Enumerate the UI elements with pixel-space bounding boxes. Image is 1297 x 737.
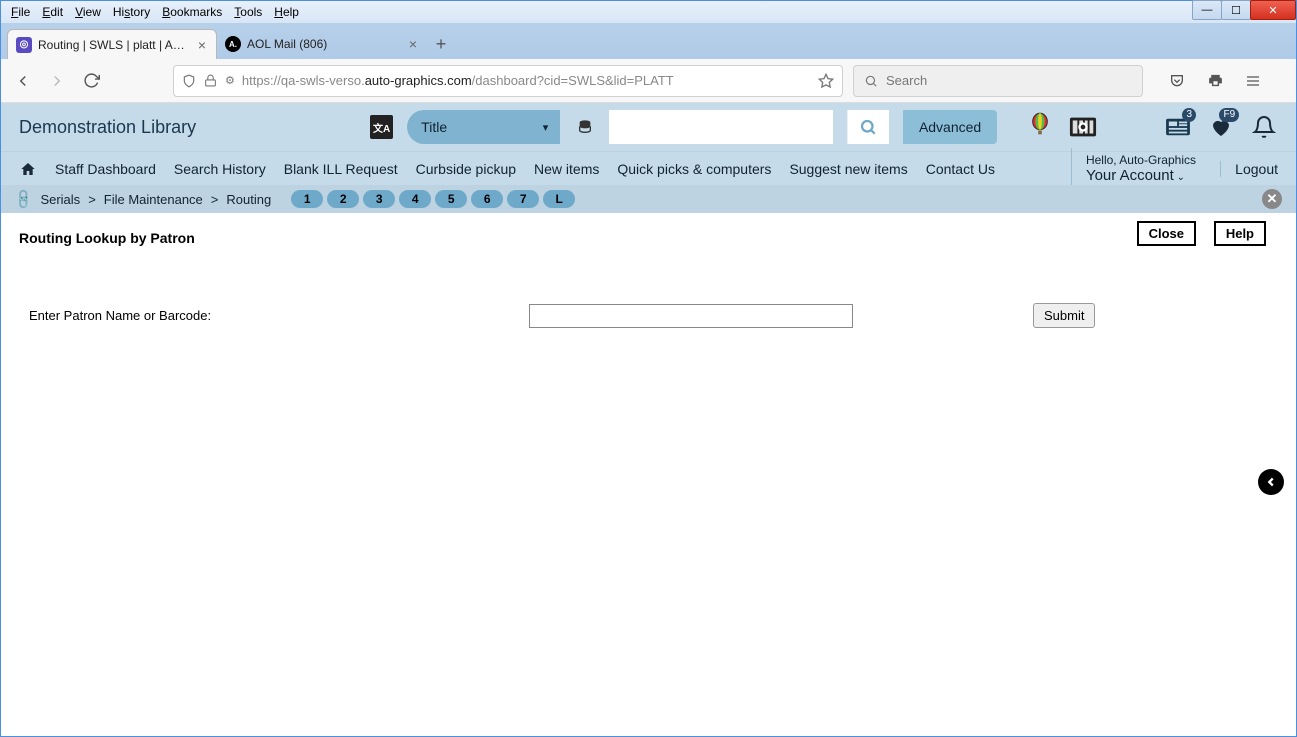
step-pill-l[interactable]: L: [543, 190, 575, 208]
hamburger-menu-icon[interactable]: [1241, 69, 1265, 93]
lookup-form: Enter Patron Name or Barcode: Submit: [1, 253, 1296, 328]
breadcrumb-close-icon[interactable]: ✕: [1262, 189, 1282, 209]
breadcrumb-routing[interactable]: Routing: [226, 192, 271, 207]
collapse-panel-icon[interactable]: [1258, 469, 1284, 495]
tab-title: AOL Mail (806): [247, 37, 401, 51]
pocket-icon[interactable]: [1165, 69, 1189, 93]
logout-link[interactable]: Logout: [1220, 161, 1278, 177]
print-icon[interactable]: [1203, 69, 1227, 93]
reload-button[interactable]: [79, 69, 103, 93]
browser-tab-strip: ◎ Routing | SWLS | platt | Auto-Gr… × A.…: [1, 23, 1296, 59]
new-tab-button[interactable]: +: [427, 29, 455, 59]
account-block[interactable]: Hello, Auto-Graphics Your Account ⌄: [1071, 148, 1196, 188]
window-close-button[interactable]: ✕: [1250, 0, 1296, 20]
star-icon[interactable]: [818, 73, 834, 89]
favicon-icon: A.: [225, 36, 241, 52]
scanner-icon[interactable]: [1068, 112, 1097, 142]
news-icon[interactable]: 3: [1163, 112, 1192, 142]
breadcrumb-file-maintenance[interactable]: File Maintenance: [104, 192, 203, 207]
search-type-label: Title: [421, 119, 447, 135]
nav-search-history[interactable]: Search History: [174, 161, 266, 177]
notifications-icon[interactable]: [1249, 112, 1278, 142]
favorites-icon[interactable]: F9: [1206, 112, 1235, 142]
balloon-icon[interactable]: [1025, 112, 1054, 142]
browser-tab-active[interactable]: ◎ Routing | SWLS | platt | Auto-Gr… ×: [7, 29, 217, 59]
step-pill-2[interactable]: 2: [327, 190, 359, 208]
app-header: Demonstration Library 文A Title ▾ Advance…: [1, 103, 1296, 151]
chevron-down-icon: ⌄: [1174, 172, 1185, 183]
menu-view[interactable]: View: [69, 3, 107, 21]
patron-field-label: Enter Patron Name or Barcode:: [29, 308, 529, 323]
nav-quick-picks[interactable]: Quick picks & computers: [617, 161, 771, 177]
browser-menu-bar: File Edit View History Bookmarks Tools H…: [1, 1, 1296, 23]
permissions-icon: ⚙: [225, 74, 234, 87]
forward-button[interactable]: [45, 69, 69, 93]
menu-file[interactable]: File: [5, 3, 36, 21]
news-badge: 3: [1182, 108, 1196, 122]
language-icon[interactable]: 文A: [370, 115, 393, 139]
menu-help[interactable]: Help: [268, 3, 305, 21]
tab-close-icon[interactable]: ×: [407, 36, 419, 52]
help-button[interactable]: Help: [1214, 221, 1266, 246]
nav-new-items[interactable]: New items: [534, 161, 599, 177]
shield-icon: [182, 73, 196, 89]
chevron-down-icon: ▾: [543, 121, 549, 134]
nav-contact[interactable]: Contact Us: [926, 161, 995, 177]
patron-input[interactable]: [529, 304, 853, 328]
step-pill-5[interactable]: 5: [435, 190, 467, 208]
menu-history[interactable]: History: [107, 3, 156, 21]
app-nav-row: Staff Dashboard Search History Blank ILL…: [1, 151, 1296, 185]
step-pill-3[interactable]: 3: [363, 190, 395, 208]
nav-suggest[interactable]: Suggest new items: [789, 161, 907, 177]
content-header: Routing Lookup by Patron Close Help: [1, 213, 1296, 253]
home-icon[interactable]: [19, 161, 37, 177]
browser-nav-toolbar: ⚙ https://qa-swls-verso.auto-graphics.co…: [1, 59, 1296, 103]
submit-button[interactable]: Submit: [1033, 303, 1095, 328]
step-pill-1[interactable]: 1: [291, 190, 323, 208]
nav-blank-ill[interactable]: Blank ILL Request: [284, 161, 398, 177]
page-title: Routing Lookup by Patron: [19, 230, 195, 246]
search-placeholder: Search: [886, 73, 927, 88]
window-maximize-button[interactable]: ☐: [1221, 0, 1251, 20]
breadcrumb-row: 🔗 Serials > File Maintenance > Routing 1…: [1, 185, 1296, 213]
url-text: https://qa-swls-verso.auto-graphics.com/…: [242, 73, 810, 88]
breadcrumb-serials[interactable]: Serials: [40, 192, 80, 207]
back-button[interactable]: [11, 69, 35, 93]
search-type-dropdown[interactable]: Title ▾: [407, 110, 560, 144]
step-pills: 1 2 3 4 5 6 7 L: [291, 190, 575, 208]
favicon-icon: ◎: [16, 37, 32, 53]
tab-title: Routing | SWLS | platt | Auto-Gr…: [38, 38, 190, 52]
menu-edit[interactable]: Edit: [36, 3, 69, 21]
greeting-text: Hello, Auto-Graphics: [1086, 153, 1196, 167]
step-pill-7[interactable]: 7: [507, 190, 539, 208]
step-pill-4[interactable]: 4: [399, 190, 431, 208]
nav-curbside[interactable]: Curbside pickup: [416, 161, 516, 177]
favorites-badge: F9: [1219, 108, 1239, 122]
close-button[interactable]: Close: [1137, 221, 1196, 246]
advanced-search-button[interactable]: Advanced: [903, 110, 997, 144]
account-label: Your Account: [1086, 167, 1174, 184]
search-icon: [864, 74, 878, 88]
library-name: Demonstration Library: [19, 117, 196, 138]
nav-staff-dashboard[interactable]: Staff Dashboard: [55, 161, 156, 177]
menu-tools[interactable]: Tools: [228, 3, 268, 21]
tab-close-icon[interactable]: ×: [196, 37, 208, 53]
lock-icon: [204, 73, 217, 88]
step-pill-6[interactable]: 6: [471, 190, 503, 208]
browser-search-box[interactable]: Search: [853, 65, 1143, 97]
url-bar[interactable]: ⚙ https://qa-swls-verso.auto-graphics.co…: [173, 65, 843, 97]
menu-bookmarks[interactable]: Bookmarks: [156, 3, 228, 21]
browser-tab-inactive[interactable]: A. AOL Mail (806) ×: [217, 29, 427, 59]
link-icon: 🔗: [12, 187, 36, 211]
catalog-search-button[interactable]: [847, 110, 889, 144]
catalog-search-input[interactable]: [609, 110, 832, 144]
window-minimize-button[interactable]: —: [1192, 0, 1222, 20]
database-icon[interactable]: [574, 118, 595, 136]
